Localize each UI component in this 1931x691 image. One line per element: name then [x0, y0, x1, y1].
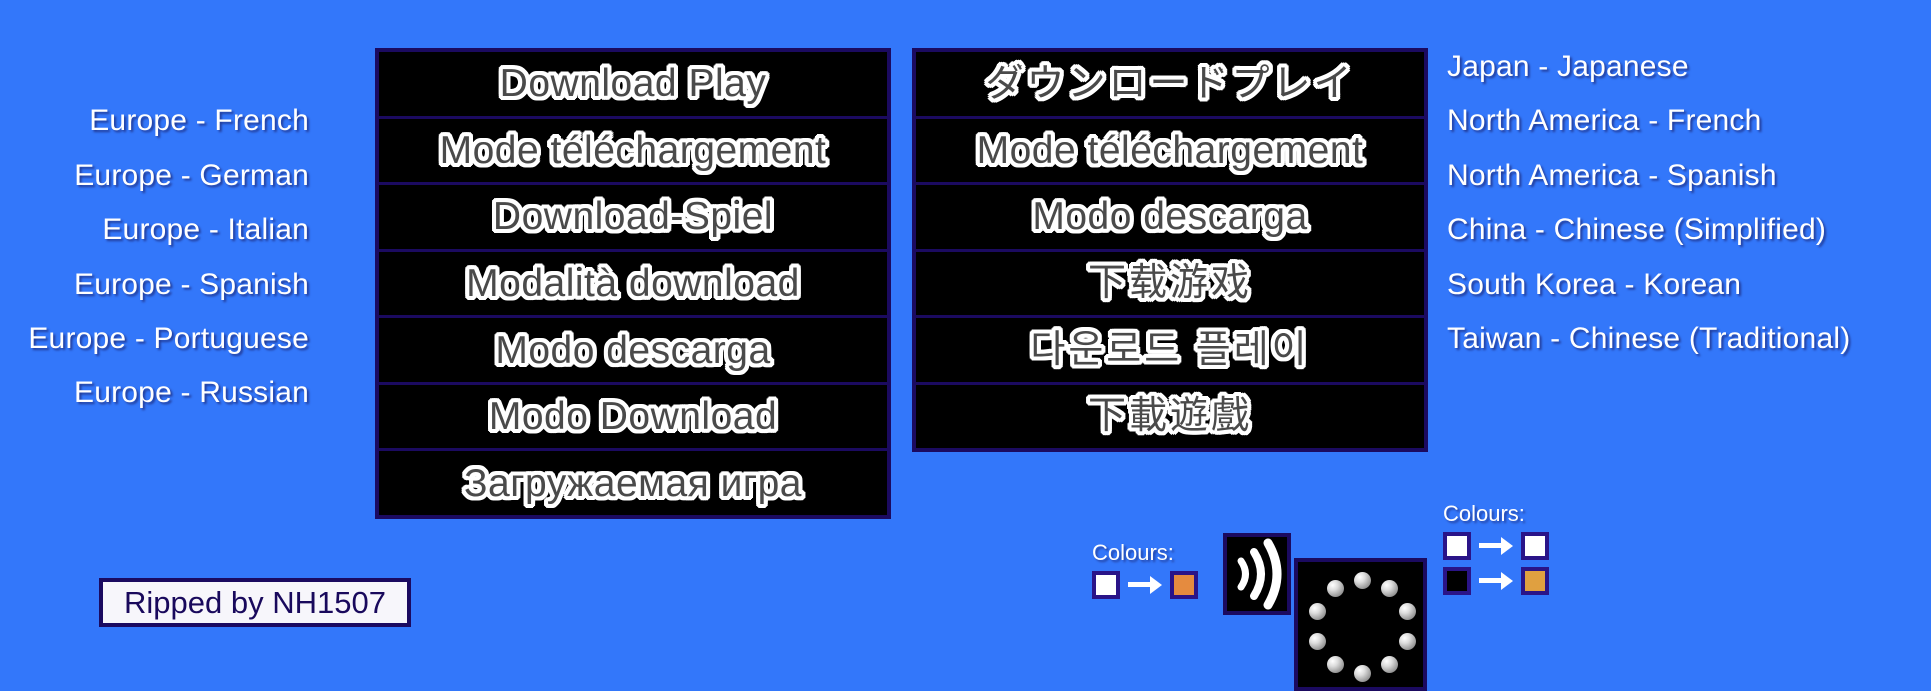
region-label-right-3: China - Chinese (Simplified) [1447, 213, 1827, 246]
region-label-right-2: North America - Spanish [1447, 159, 1777, 192]
wireless-colour-legend: Colours: [1092, 542, 1198, 599]
spinner-dot [1309, 603, 1326, 620]
region-label-left-1: Europe - French [89, 104, 309, 137]
arrow-right-icon [1479, 572, 1513, 590]
arrow-right-icon [1479, 537, 1513, 555]
wireless-signal-icon [1237, 538, 1282, 610]
language-title: Modo descarga [1032, 195, 1308, 239]
language-title: Mode téléchargement [439, 128, 827, 172]
legend-row [1092, 571, 1198, 599]
language-title: ダウンロードプレイ [985, 62, 1355, 105]
language-title: Download Play [499, 62, 767, 106]
region-label-left-3: Europe - Italian [102, 213, 309, 246]
arrow-right-icon [1128, 576, 1162, 594]
table-row: Modo descarga [916, 185, 1424, 252]
spinner-colour-legend: Colours: [1443, 503, 1549, 595]
spinner-dot [1381, 580, 1398, 597]
table-row: 下載遊戲 [916, 385, 1424, 449]
table-row: ダウンロードプレイ [916, 52, 1424, 119]
language-title: 다운로드 플레이 [1030, 328, 1310, 371]
spinner-dot [1327, 656, 1344, 673]
left-language-panel: Download Play Mode téléchargement Downlo… [375, 48, 891, 519]
swatch-target [1521, 532, 1549, 560]
region-label-right-1: North America - French [1447, 104, 1762, 137]
region-label-left-6: Europe - Russian [74, 376, 309, 409]
table-row: Modo Download [379, 385, 887, 452]
credit-box: Ripped by NH1507 [99, 578, 411, 627]
spinner-dot [1381, 656, 1398, 673]
credit-text: Ripped by NH1507 [124, 585, 386, 620]
region-label-right-4: South Korea - Korean [1447, 268, 1742, 301]
language-title: Modalità download [466, 262, 800, 306]
region-label-left-4: Europe - Spanish [73, 268, 309, 301]
swatch-source [1092, 571, 1120, 599]
spinner-dot [1399, 603, 1416, 620]
table-row: Загружаемая игра [379, 451, 887, 515]
loading-spinner-tile [1294, 558, 1427, 691]
region-label-left-2: Europe - German [74, 159, 309, 192]
table-row: Modalità download [379, 252, 887, 319]
language-title: Download-Spiel [492, 195, 774, 239]
language-title: Mode téléchargement [976, 128, 1364, 172]
language-title: Modo descarga [495, 328, 771, 372]
legend-title: Colours: [1443, 501, 1525, 526]
swatch-source [1443, 567, 1471, 595]
language-title: 下載遊戲 [1087, 395, 1252, 438]
spinner-dot [1354, 572, 1371, 589]
table-row: 下载游戏 [916, 252, 1424, 318]
region-label-left-5: Europe - Portuguese [28, 322, 309, 355]
table-row: Mode téléchargement [379, 119, 887, 186]
table-row: Mode téléchargement [916, 119, 1424, 185]
table-row: Download Play [379, 52, 887, 119]
language-title: Modo Download [488, 395, 778, 439]
spinner-dot [1399, 633, 1416, 650]
region-label-right-5: Taiwan - Chinese (Traditional) [1447, 322, 1851, 355]
table-row: 다운로드 플레이 [916, 318, 1424, 385]
legend-row [1443, 532, 1549, 560]
wireless-signal-tile [1223, 533, 1291, 615]
spinner-dot [1309, 633, 1326, 650]
spinner-dot [1354, 665, 1371, 682]
right-language-panel: ダウンロードプレイ Mode téléchargement Modo desca… [912, 48, 1428, 452]
spinner-dot [1327, 580, 1344, 597]
language-title: 下载游戏 [1087, 262, 1252, 305]
legend-title: Colours: [1092, 540, 1174, 565]
swatch-target [1170, 571, 1198, 599]
language-title: Загружаемая игра [464, 461, 802, 505]
legend-row [1443, 567, 1549, 595]
swatch-source [1443, 532, 1471, 560]
region-label-right-0: Japan - Japanese [1447, 50, 1689, 83]
swatch-target [1521, 567, 1549, 595]
table-row: Modo descarga [379, 318, 887, 385]
table-row: Download-Spiel [379, 185, 887, 252]
